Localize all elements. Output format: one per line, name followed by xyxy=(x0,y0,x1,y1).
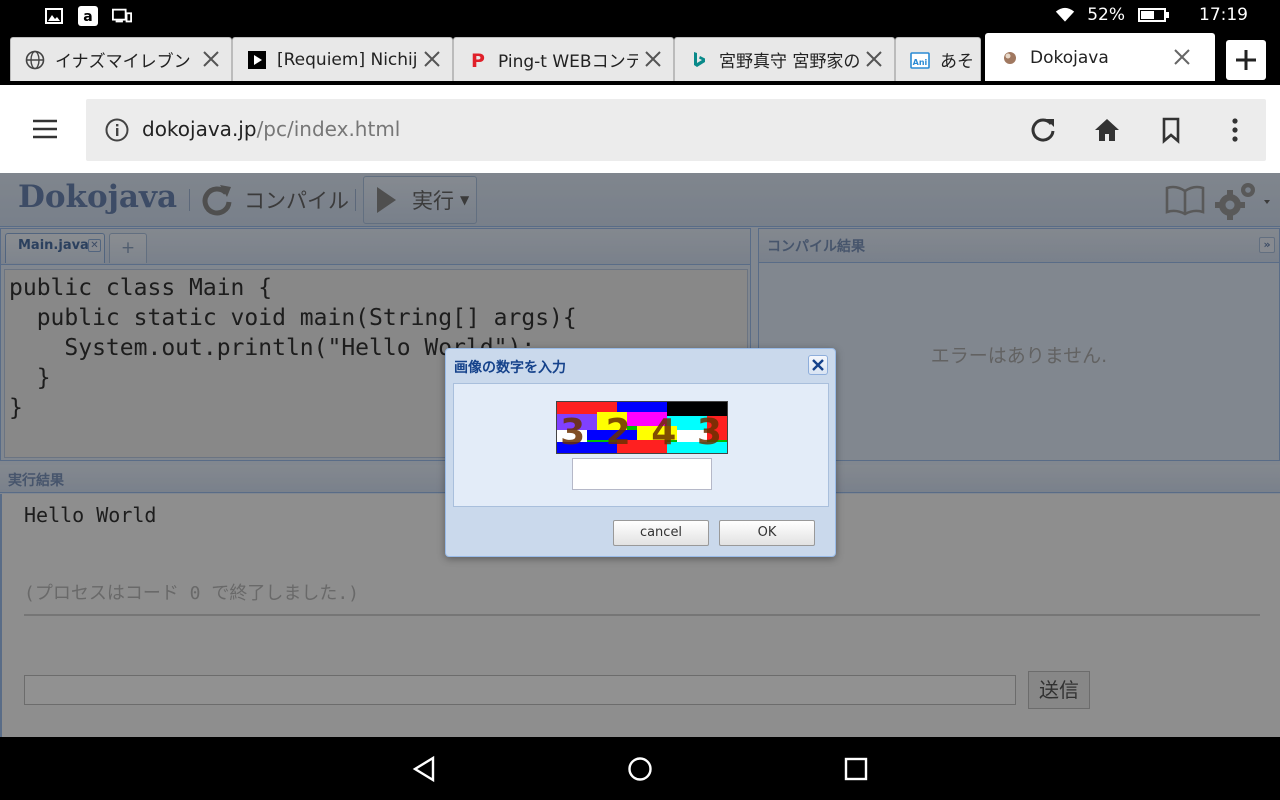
dialog-close-button[interactable] xyxy=(808,355,828,375)
info-icon[interactable] xyxy=(104,117,130,143)
svg-text:Ani: Ani xyxy=(913,58,928,67)
amazon-icon: a xyxy=(78,6,98,26)
status-bar: a 52% 17:19 xyxy=(0,0,1280,32)
gallery-icon xyxy=(44,6,64,26)
menu-icon[interactable] xyxy=(30,115,60,143)
close-icon xyxy=(812,359,824,371)
play-icon xyxy=(247,50,267,70)
url-text[interactable]: dokojava.jp/pc/index.html xyxy=(142,117,400,141)
navigation-bar xyxy=(0,737,1280,800)
browser-tab-active[interactable]: Dokojava xyxy=(985,33,1215,81)
close-tab-icon[interactable] xyxy=(201,49,221,69)
url-path: /pc/index.html xyxy=(256,117,401,141)
browser-tab[interactable]: 宮野真守 宮野家の xyxy=(674,37,895,81)
close-tab-icon[interactable] xyxy=(1172,47,1192,67)
tab-title: [Requiem] Nichijou xyxy=(277,49,417,70)
captcha-dialog: 画像の数字を入力 3 2 4 3 cancel OK xyxy=(445,348,836,557)
browser-tab[interactable]: P Ping-t WEBコンテンツ xyxy=(453,37,674,81)
more-options-icon[interactable] xyxy=(1220,115,1250,145)
dialog-body: 3 2 4 3 xyxy=(453,383,829,507)
battery-percent: 52% xyxy=(1087,5,1125,25)
captcha-input[interactable] xyxy=(572,458,712,490)
browser-tab[interactable]: イナズマイレブン xyxy=(10,37,232,81)
dialog-title: 画像の数字を入力 xyxy=(454,360,566,376)
web-page: Dokojava コンパイル 実行 ▼ Main.java ✕ + public… xyxy=(0,173,1280,737)
tab-title: イナズマイレブン xyxy=(55,52,191,72)
battery-icon xyxy=(1137,5,1171,25)
ping-t-icon: P xyxy=(468,50,488,70)
cancel-button[interactable]: cancel xyxy=(613,520,709,546)
browser-tab[interactable]: Ani あそ xyxy=(895,37,981,81)
close-tab-icon[interactable] xyxy=(643,49,663,69)
captcha-image: 3 2 4 3 xyxy=(556,401,728,454)
svg-text:a: a xyxy=(83,9,92,25)
bing-icon xyxy=(689,50,709,70)
svg-text:P: P xyxy=(471,50,485,70)
bookmark-icon[interactable] xyxy=(1156,115,1186,145)
dokojava-icon xyxy=(1000,48,1020,68)
new-tab-button[interactable] xyxy=(1226,40,1266,80)
plus-icon xyxy=(1236,50,1256,70)
address-bar[interactable]: dokojava.jp/pc/index.html xyxy=(86,99,1266,161)
back-icon[interactable] xyxy=(411,755,439,783)
tab-strip: イナズマイレブン [Requiem] Nichijou P Ping-t WEB… xyxy=(0,32,1280,85)
clock: 17:19 xyxy=(1199,5,1248,25)
close-tab-icon[interactable] xyxy=(422,49,442,69)
tab-title: あそ xyxy=(940,52,974,72)
ok-button[interactable]: OK xyxy=(719,520,815,546)
tab-title: Ping-t WEBコンテンツ xyxy=(498,52,638,72)
wifi-icon xyxy=(1055,5,1075,25)
recents-icon[interactable] xyxy=(842,755,870,783)
globe-icon xyxy=(25,50,45,70)
cast-icon xyxy=(112,6,132,26)
close-tab-icon[interactable] xyxy=(864,49,884,69)
home-icon[interactable] xyxy=(1092,115,1122,145)
browser-toolbar: dokojava.jp/pc/index.html xyxy=(0,85,1280,173)
home-circle-icon[interactable] xyxy=(626,755,654,783)
captcha-text: 3 2 4 3 xyxy=(560,412,726,453)
anime-icon: Ani xyxy=(910,50,930,70)
url-host: dokojava.jp xyxy=(142,117,257,141)
browser-tab[interactable]: [Requiem] Nichijou xyxy=(232,37,453,81)
tab-title: 宮野真守 宮野家の xyxy=(719,52,859,72)
reload-icon[interactable] xyxy=(1028,115,1058,145)
